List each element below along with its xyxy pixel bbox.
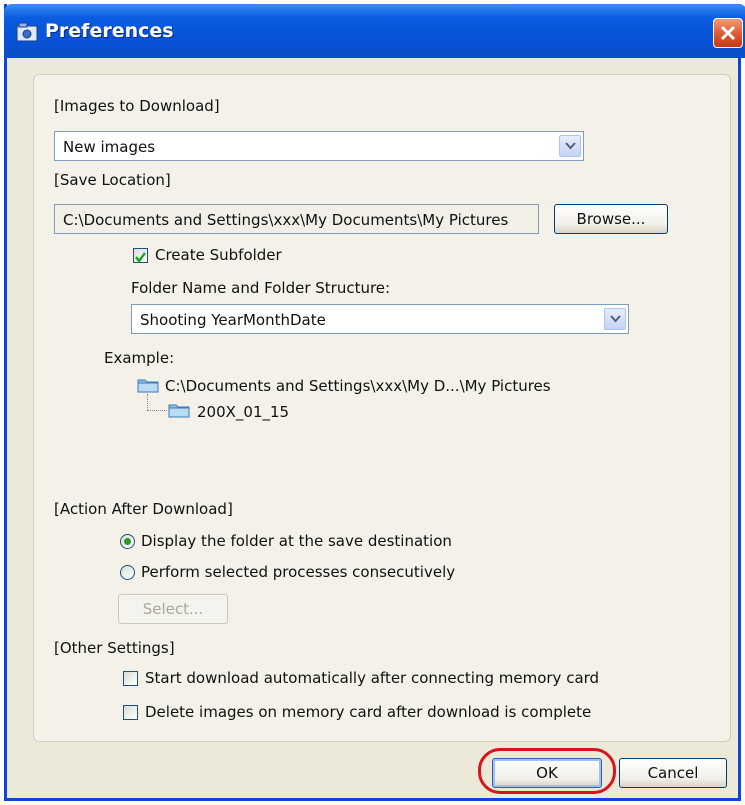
images-to-download-value: New images xyxy=(63,138,156,156)
example-child-folder: 200X_01_15 xyxy=(197,403,290,421)
close-icon xyxy=(720,25,736,41)
perform-processes-label: Perform selected processes consecutively xyxy=(141,563,456,581)
window-title: Preferences xyxy=(45,20,174,42)
images-to-download-select[interactable]: New images xyxy=(54,131,584,161)
select-processes-button[interactable]: Select... xyxy=(118,594,228,624)
save-location-path-field[interactable]: C:\Documents and Settings\xxx\My Documen… xyxy=(54,204,539,234)
chevron-down-icon[interactable] xyxy=(559,135,581,157)
folder-structure-value: Shooting YearMonthDate xyxy=(140,311,326,329)
perform-processes-radio[interactable] xyxy=(120,565,135,580)
create-subfolder-label: Create Subfolder xyxy=(155,246,282,264)
folder-structure-label: Folder Name and Folder Structure: xyxy=(131,279,391,297)
preferences-dialog: Preferences [Images to Download] New ima… xyxy=(4,4,745,801)
close-button[interactable] xyxy=(713,18,743,48)
chevron-down-icon[interactable] xyxy=(604,308,626,330)
auto-start-checkbox[interactable] xyxy=(123,671,138,686)
folder-structure-select[interactable]: Shooting YearMonthDate xyxy=(131,304,629,334)
title-bar[interactable]: Preferences xyxy=(4,4,745,58)
example-parent-path: C:\Documents and Settings\xxx\My D...\My… xyxy=(165,377,551,395)
browse-button[interactable]: Browse... xyxy=(554,204,668,234)
create-subfolder-checkbox[interactable] xyxy=(133,248,148,263)
folder-icon xyxy=(168,404,190,418)
action-after-download-heading: [Action After Download] xyxy=(54,500,233,518)
camera-app-icon xyxy=(16,22,38,42)
radio-selected-dot xyxy=(124,538,131,545)
other-settings-heading: [Other Settings] xyxy=(54,639,175,657)
save-location-heading: [Save Location] xyxy=(54,171,171,189)
delete-images-checkbox[interactable] xyxy=(123,705,138,720)
save-location-path: C:\Documents and Settings\xxx\My Documen… xyxy=(63,211,509,229)
ok-button[interactable]: OK xyxy=(492,758,602,788)
checkmark-icon xyxy=(135,252,146,263)
example-label: Example: xyxy=(104,349,175,367)
images-to-download-heading: [Images to Download] xyxy=(54,97,220,115)
display-folder-radio[interactable] xyxy=(120,534,135,549)
display-folder-label: Display the folder at the save destinati… xyxy=(141,532,452,550)
delete-images-label: Delete images on memory card after downl… xyxy=(145,703,592,721)
cancel-button[interactable]: Cancel xyxy=(619,758,727,788)
tree-connector xyxy=(147,394,148,410)
tree-connector xyxy=(147,410,167,411)
folder-icon xyxy=(137,379,159,393)
settings-panel: [Images to Download] New images [Save Lo… xyxy=(33,74,731,742)
auto-start-label: Start download automatically after conne… xyxy=(145,669,600,687)
